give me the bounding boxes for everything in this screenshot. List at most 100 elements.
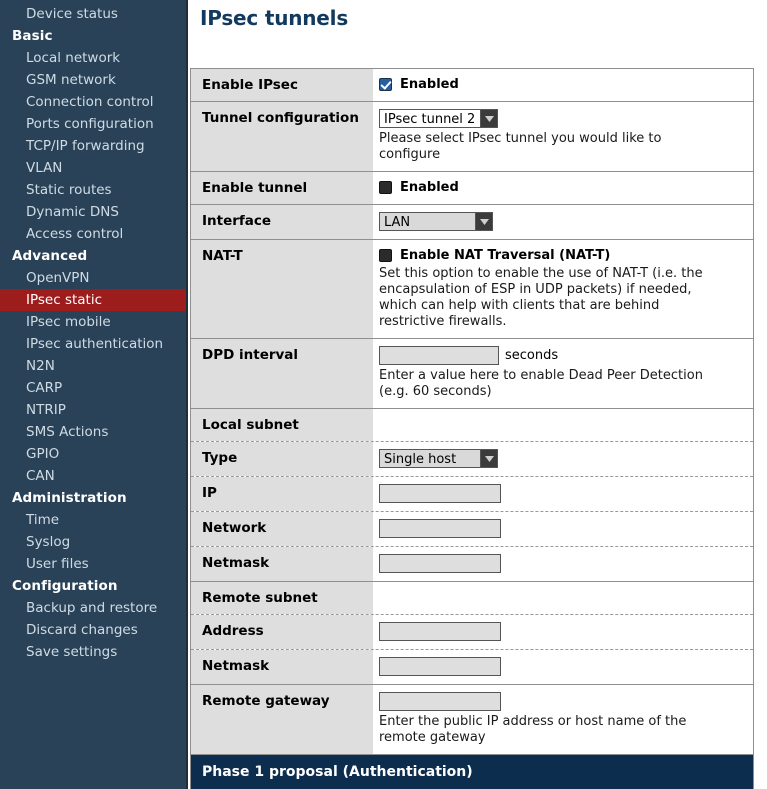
row-local-netmask: Netmask (191, 547, 753, 582)
field-interface: LAN (373, 205, 753, 239)
field-local-network (373, 512, 753, 546)
checkbox-nat-t[interactable] (379, 249, 392, 262)
field-local-netmask (373, 547, 753, 581)
select-interface-value: LAN (384, 215, 411, 230)
field-tunnel-configuration: IPsec tunnel 2 Please select IPsec tunne… (373, 102, 753, 171)
checkbox-enable-ipsec[interactable] (379, 78, 392, 91)
help-remote-gateway: Enter the public IP address or host name… (379, 714, 687, 745)
label-interface: Interface (191, 205, 373, 239)
input-remote-netmask[interactable] (379, 657, 501, 676)
label-dpd-interval: DPD interval (191, 339, 373, 408)
sidebar-item-n2n[interactable]: N2N (0, 355, 186, 377)
help-dpd-interval: Enter a value here to enable Dead Peer D… (379, 368, 703, 399)
help-tunnel-configuration: Please select IPsec tunnel you would lik… (379, 131, 662, 162)
section-header-phase1: Phase 1 proposal (Authentication) (191, 755, 753, 789)
sidebar-group-administration: Administration (12, 490, 127, 506)
field-enable-tunnel: Enabled (373, 172, 753, 204)
row-local-network: Network (191, 512, 753, 547)
sidebar-item-tcpip-forwarding[interactable]: TCP/IP forwarding (0, 135, 186, 157)
row-interface: Interface LAN (191, 205, 753, 240)
sidebar-item-access-control[interactable]: Access control (0, 223, 186, 245)
sidebar-item-openvpn[interactable]: OpenVPN (0, 267, 186, 289)
field-remote-gateway: Enter the public IP address or host name… (373, 685, 753, 754)
sidebar-item-dynamic-dns[interactable]: Dynamic DNS (0, 201, 186, 223)
label-local-type: Type (191, 442, 373, 476)
field-local-ip (373, 477, 753, 511)
label-remote-address: Address (191, 615, 373, 649)
field-enable-ipsec: Enabled (373, 69, 753, 101)
sidebar-item-carp[interactable]: CARP (0, 377, 186, 399)
input-remote-address[interactable] (379, 622, 501, 641)
select-local-type-value: Single host (384, 452, 457, 467)
main-content: IPsec tunnels Enable IPsec Enabled Tunne… (188, 0, 767, 789)
row-local-type: Type Single host (191, 442, 753, 477)
row-enable-ipsec: Enable IPsec Enabled (191, 69, 753, 102)
sidebar-group-configuration: Configuration (12, 578, 118, 594)
checkbox-label-enable-tunnel: Enabled (400, 180, 459, 195)
label-enable-ipsec: Enable IPsec (191, 69, 373, 101)
sidebar-item-ports-configuration[interactable]: Ports configuration (0, 113, 186, 135)
ipsec-settings-form: Enable IPsec Enabled Tunnel configuratio… (190, 68, 754, 789)
app-window: Device status Basic Local network GSM ne… (0, 0, 767, 789)
sidebar-item-ipsec-static[interactable]: IPsec static (0, 289, 186, 311)
sidebar-item-ipsec-mobile[interactable]: IPsec mobile (0, 311, 186, 333)
chevron-down-icon (480, 110, 497, 127)
select-tunnel-configuration-value: IPsec tunnel 2 (384, 112, 476, 127)
label-nat-t: NAT-T (191, 240, 373, 338)
sidebar-item-user-files[interactable]: User files (0, 553, 186, 575)
field-local-subnet-spacer (373, 409, 753, 441)
row-tunnel-configuration: Tunnel configuration IPsec tunnel 2 Plea… (191, 102, 753, 172)
sidebar-item-sms-actions[interactable]: SMS Actions (0, 421, 186, 443)
checkbox-label-nat-t: Enable NAT Traversal (NAT-T) (400, 248, 611, 263)
label-local-subnet: Local subnet (191, 409, 373, 441)
field-remote-netmask (373, 650, 753, 684)
row-remote-gateway: Remote gateway Enter the public IP addre… (191, 685, 753, 755)
row-local-subnet-heading: Local subnet (191, 409, 753, 442)
unit-dpd-interval: seconds (505, 348, 559, 363)
sidebar-item-ntrip[interactable]: NTRIP (0, 399, 186, 421)
sidebar-item-device-status[interactable]: Device status (0, 3, 186, 25)
label-remote-netmask: Netmask (191, 650, 373, 684)
label-local-netmask: Netmask (191, 547, 373, 581)
input-local-network[interactable] (379, 519, 501, 538)
sidebar-item-syslog[interactable]: Syslog (0, 531, 186, 553)
checkbox-label-enable-ipsec: Enabled (400, 77, 459, 92)
sidebar-item-can[interactable]: CAN (0, 465, 186, 487)
input-remote-gateway[interactable] (379, 692, 501, 711)
field-nat-t: Enable NAT Traversal (NAT-T) Set this op… (373, 240, 753, 338)
field-dpd-interval: seconds Enter a value here to enable Dea… (373, 339, 753, 408)
sidebar-item-backup-and-restore[interactable]: Backup and restore (0, 597, 186, 619)
checkbox-enable-tunnel[interactable] (379, 181, 392, 194)
help-nat-t: Set this option to enable the use of NAT… (379, 266, 703, 329)
select-tunnel-configuration[interactable]: IPsec tunnel 2 (379, 109, 498, 128)
sidebar-item-connection-control[interactable]: Connection control (0, 91, 186, 113)
label-enable-tunnel: Enable tunnel (191, 172, 373, 204)
field-local-type: Single host (373, 442, 753, 476)
select-interface[interactable]: LAN (379, 212, 493, 231)
sidebar-navigation: Device status Basic Local network GSM ne… (0, 0, 188, 789)
chevron-down-icon (480, 450, 497, 467)
label-remote-gateway: Remote gateway (191, 685, 373, 754)
row-local-ip: IP (191, 477, 753, 512)
sidebar-item-gsm-network[interactable]: GSM network (0, 69, 186, 91)
sidebar-item-vlan[interactable]: VLAN (0, 157, 186, 179)
sidebar-item-local-network[interactable]: Local network (0, 47, 186, 69)
label-tunnel-configuration: Tunnel configuration (191, 102, 373, 171)
sidebar-item-gpio[interactable]: GPIO (0, 443, 186, 465)
sidebar-item-static-routes[interactable]: Static routes (0, 179, 186, 201)
label-remote-subnet: Remote subnet (191, 582, 373, 614)
row-remote-netmask: Netmask (191, 650, 753, 685)
field-remote-subnet-spacer (373, 582, 753, 614)
sidebar-item-ipsec-authentication[interactable]: IPsec authentication (0, 333, 186, 355)
chevron-down-icon (475, 213, 492, 230)
input-local-netmask[interactable] (379, 554, 501, 573)
sidebar-item-save-settings[interactable]: Save settings (0, 641, 186, 663)
input-dpd-interval[interactable] (379, 346, 499, 365)
page-title: IPsec tunnels (200, 6, 349, 30)
sidebar-item-discard-changes[interactable]: Discard changes (0, 619, 186, 641)
input-local-ip[interactable] (379, 484, 501, 503)
row-dpd-interval: DPD interval seconds Enter a value here … (191, 339, 753, 409)
sidebar-item-time[interactable]: Time (0, 509, 186, 531)
sidebar-group-advanced: Advanced (12, 248, 88, 264)
select-local-type[interactable]: Single host (379, 449, 498, 468)
